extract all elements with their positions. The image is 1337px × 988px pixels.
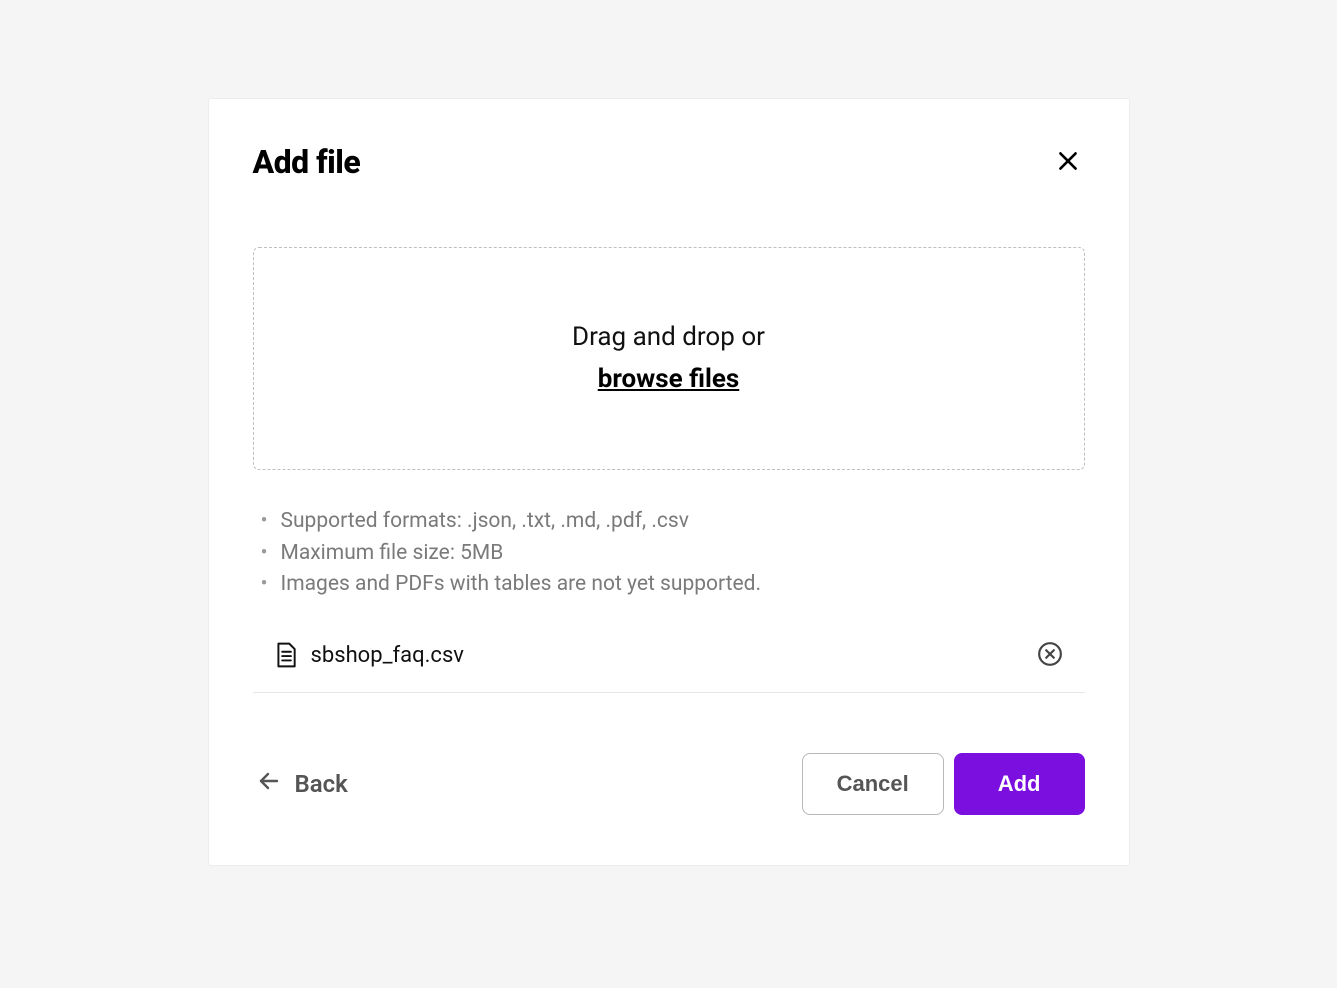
modal-footer: Back Cancel Add [253,753,1085,815]
cancel-button[interactable]: Cancel [802,753,944,815]
remove-file-button[interactable] [1037,641,1063,670]
hint-item: Maximum file size: 5MB [259,538,1085,570]
file-dropzone[interactable]: Drag and drop or browse files [253,247,1085,470]
file-icon [275,642,297,668]
hint-item: Images and PDFs with tables are not yet … [259,569,1085,601]
dropzone-instruction: Drag and drop or [572,322,765,352]
file-info: sbshop_faq.csv [275,642,464,668]
browse-files-link[interactable]: browse files [598,364,740,394]
hint-item: Supported formats: .json, .txt, .md, .pd… [259,506,1085,538]
back-button[interactable]: Back [253,769,348,799]
arrow-left-icon [257,769,281,799]
add-button[interactable]: Add [954,753,1085,815]
modal-header: Add file [253,143,1085,181]
close-button[interactable] [1051,144,1085,181]
remove-icon [1037,641,1063,670]
close-icon [1055,148,1081,177]
selected-file-row: sbshop_faq.csv [253,641,1085,693]
dropzone-text: Drag and drop or browse files [572,317,765,400]
footer-buttons: Cancel Add [802,753,1085,815]
modal-title: Add file [253,143,361,181]
hints-list: Supported formats: .json, .txt, .md, .pd… [253,506,1085,601]
add-file-modal: Add file Drag and drop or browse files S… [209,99,1129,865]
file-name: sbshop_faq.csv [311,643,464,668]
back-label: Back [295,770,348,798]
